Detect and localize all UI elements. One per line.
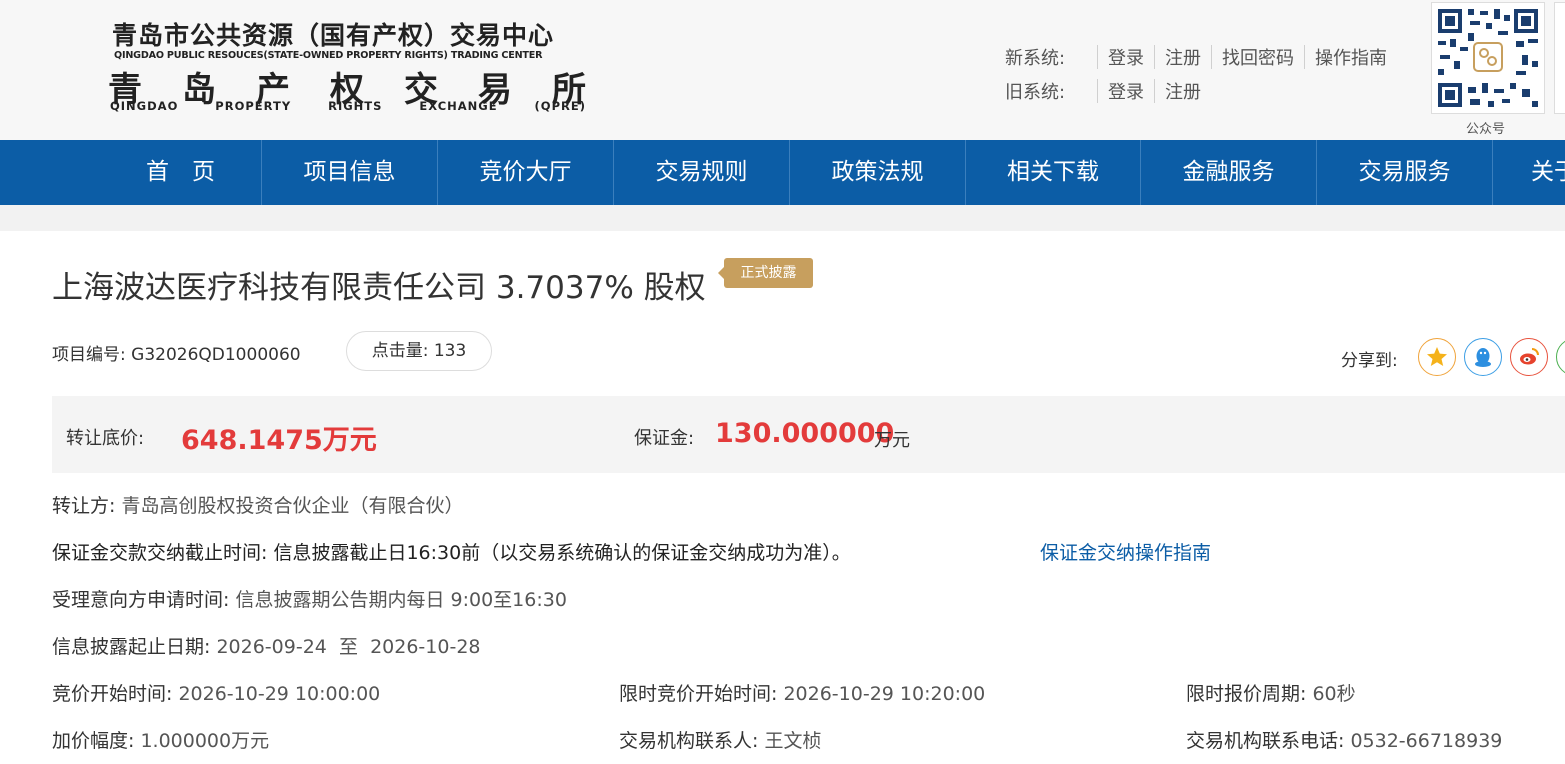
click-count: 点击量: 133 <box>346 331 492 371</box>
project-title: 上海波达医疗科技有限责任公司 3.7037% 股权 <box>52 270 706 306</box>
deposit-label: 保证金: <box>634 428 695 449</box>
contact-label: 交易机构联系人: <box>619 730 759 752</box>
new-register-link[interactable]: 注册 <box>1165 44 1201 70</box>
logo-word: EXCHANGE <box>419 99 498 113</box>
logo-exchange-name-en: QINGDAO PROPERTY RIGHTS EXCHANGE (QPRE) <box>110 99 586 113</box>
new-system-links: 新系统: 登录 注册 找回密码 操作指南 <box>1005 44 1387 70</box>
divider <box>1304 45 1305 69</box>
divider <box>1211 45 1212 69</box>
limited-bid-value: 2026-10-29 10:20:00 <box>783 683 986 705</box>
weibo-icon[interactable] <box>1510 338 1548 376</box>
divider <box>1154 45 1155 69</box>
wechat-qr-code <box>1431 2 1545 114</box>
base-price-label: 转让底价: <box>66 428 145 449</box>
main-nav: 首 页 项目信息 竞价大厅 交易规则 政策法规 相关下载 金融服务 交易服务 关… <box>0 140 1565 205</box>
new-login-link[interactable]: 登录 <box>1108 44 1144 70</box>
logo-center-name: 青岛市公共资源（国有产权）交易中心 <box>112 21 555 50</box>
old-register-link[interactable]: 注册 <box>1165 78 1201 104</box>
deposit-deadline-label: 保证金交款交纳截止时间: <box>52 542 268 564</box>
operation-guide-link[interactable]: 操作指南 <box>1315 44 1387 70</box>
nav-projects[interactable]: 项目信息 <box>261 140 437 205</box>
phone-label: 交易机构联系电话: <box>1186 730 1345 752</box>
divider <box>1097 79 1098 103</box>
wechat-icon[interactable] <box>1556 338 1565 376</box>
apply-time-value: 信息披露期公告期内每日 9:00至16:30 <box>235 589 567 611</box>
contact-row: 交易机构联系人: 王文桢 <box>619 726 821 753</box>
nav-bidding-hall[interactable]: 竞价大厅 <box>437 140 613 205</box>
increment-value: 1.000000万元 <box>140 730 270 752</box>
qzone-star-icon[interactable] <box>1418 338 1456 376</box>
price-box: 转让底价: 648.1475万元 保证金: 130.000000 万元 <box>52 396 1565 473</box>
phone-value: 0532-66718939 <box>1350 730 1503 752</box>
logo-word: (QPRE) <box>534 99 586 113</box>
deposit-deadline-value: 信息披露截止日16:30前（以交易系统确认的保证金交纳成功为准）。 <box>273 542 851 564</box>
disclosure-label: 信息披露起止日期: <box>52 636 211 658</box>
divider <box>1154 79 1155 103</box>
deposit-value: 130.000000 <box>715 418 895 449</box>
share-label: 分享到: <box>1341 351 1398 371</box>
qr-caption: 公众号 <box>1466 122 1506 137</box>
qr-code-icon <box>1438 9 1538 107</box>
nav-financial-services[interactable]: 金融服务 <box>1140 140 1316 205</box>
transferor-row: 转让方: 青岛高创股权投资合伙企业（有限合伙） <box>52 491 463 518</box>
bid-start-value: 2026-10-29 10:00:00 <box>178 683 381 705</box>
second-qr-code <box>1554 2 1565 114</box>
phone-row: 交易机构联系电话: 0532-66718939 <box>1186 726 1502 753</box>
nav-about[interactable]: 关于 <box>1492 140 1565 205</box>
deposit-unit: 万元 <box>874 430 910 451</box>
nav-downloads[interactable]: 相关下载 <box>965 140 1140 205</box>
nav-policies[interactable]: 政策法规 <box>789 140 965 205</box>
limited-bid-row: 限时竞价开始时间: 2026-10-29 10:20:00 <box>619 679 985 706</box>
base-price-value: 648.1475万元 <box>181 425 377 456</box>
increment-label: 加价幅度: <box>52 730 135 752</box>
logo-word: QINGDAO <box>110 99 179 113</box>
old-login-link[interactable]: 登录 <box>1108 78 1144 104</box>
deposit-guide-link[interactable]: 保证金交纳操作指南 <box>1040 538 1211 565</box>
disclosure-to: 至 <box>338 636 358 658</box>
status-badge: 正式披露 <box>718 258 813 288</box>
old-system-links: 旧系统: 登录 注册 <box>1005 78 1201 104</box>
project-number: 项目编号: G32026QD1000060 <box>52 340 301 365</box>
transferor-label: 转让方: <box>52 495 116 517</box>
old-system-label: 旧系统: <box>1005 82 1066 103</box>
quote-cycle-row: 限时报价周期: 60秒 <box>1186 679 1356 706</box>
site-header: 青岛市公共资源（国有产权）交易中心 QINGDAO PUBLIC RESOUCE… <box>0 0 1565 140</box>
quote-cycle-value: 60秒 <box>1312 683 1356 705</box>
click-count-label: 点击量: <box>371 341 429 361</box>
divider <box>1097 45 1098 69</box>
click-count-value: 133 <box>433 341 467 361</box>
limited-bid-label: 限时竞价开始时间: <box>619 683 778 705</box>
disclosure-start: 2026-09-24 <box>216 636 327 658</box>
contact-value: 王文桢 <box>764 730 822 752</box>
logo-word: PROPERTY <box>215 99 292 113</box>
qq-penguin-icon[interactable] <box>1464 338 1502 376</box>
increment-row: 加价幅度: 1.000000万元 <box>52 726 269 753</box>
disclosure-period-row: 信息披露起止日期: 2026-09-24 至 2026-10-28 <box>52 632 481 659</box>
apply-time-row: 受理意向方申请时间: 信息披露期公告期内每日 9:00至16:30 <box>52 585 567 612</box>
logo-center-name-en: QINGDAO PUBLIC RESOUCES(STATE-OWNED PROP… <box>114 50 543 61</box>
bid-start-row: 竞价开始时间: 2026-10-29 10:00:00 <box>52 679 380 706</box>
disclosure-end: 2026-10-28 <box>370 636 481 658</box>
transferor-value: 青岛高创股权投资合伙企业（有限合伙） <box>121 495 464 517</box>
nav-bottom-strip <box>0 205 1565 231</box>
nav-trading-services[interactable]: 交易服务 <box>1316 140 1492 205</box>
recover-password-link[interactable]: 找回密码 <box>1222 44 1294 70</box>
logo-word: RIGHTS <box>328 99 383 113</box>
new-system-label: 新系统: <box>1005 48 1066 69</box>
bid-start-label: 竞价开始时间: <box>52 683 173 705</box>
apply-time-label: 受理意向方申请时间: <box>52 589 230 611</box>
site-logo[interactable]: 青岛市公共资源（国有产权）交易中心 QINGDAO PUBLIC RESOUCE… <box>108 14 588 119</box>
nav-trading-rules[interactable]: 交易规则 <box>613 140 789 205</box>
quote-cycle-label: 限时报价周期: <box>1186 683 1307 705</box>
project-number-label: 项目编号: <box>52 345 126 365</box>
project-number-value: G32026QD1000060 <box>131 345 301 365</box>
nav-home[interactable]: 首 页 <box>100 140 261 205</box>
deposit-deadline-row: 保证金交款交纳截止时间: 信息披露截止日16:30前（以交易系统确认的保证金交纳… <box>52 538 851 565</box>
